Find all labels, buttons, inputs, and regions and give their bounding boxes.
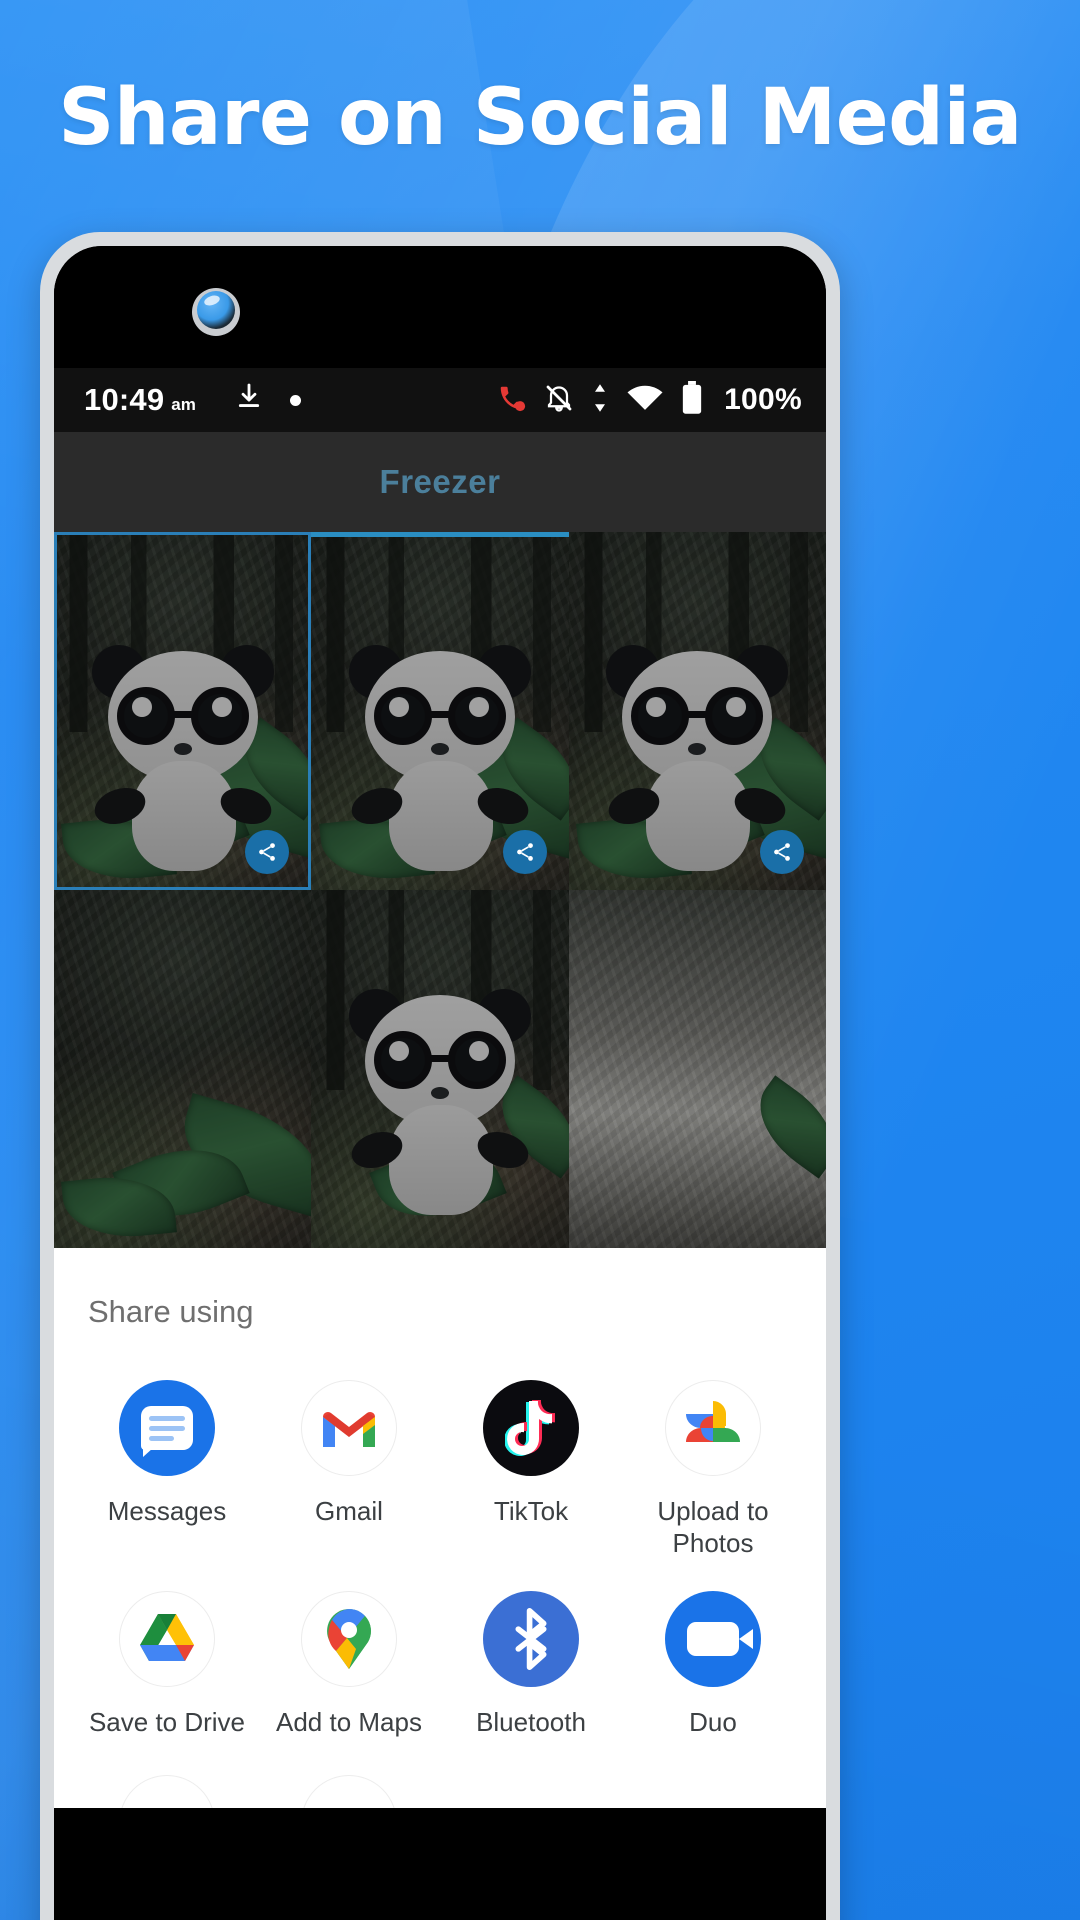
notification-dot-icon — [289, 394, 301, 406]
share-target-label: Bluetooth — [476, 1707, 586, 1738]
share-target-icon-partial[interactable] — [301, 1775, 397, 1808]
duo-icon — [665, 1591, 761, 1688]
share-target-label: Add to Maps — [276, 1707, 422, 1738]
share-icon[interactable] — [502, 830, 547, 874]
share-target-label: Save to Drive — [88, 1707, 246, 1738]
google-maps-icon — [301, 1591, 397, 1688]
photo-grid-item[interactable] — [54, 890, 312, 1248]
battery-full-icon — [681, 380, 703, 420]
photo-dim-overlay — [54, 890, 312, 1248]
status-clock-group: 10:49 am — [84, 382, 196, 418]
photo-dim-overlay — [568, 890, 826, 1248]
status-ampm: am — [171, 395, 196, 414]
share-target-label: TikTok — [493, 1496, 569, 1526]
tiktok-icon — [483, 1380, 579, 1476]
share-icon[interactable] — [245, 830, 290, 874]
missed-call-icon — [497, 383, 527, 418]
share-sheet: Share using Messages Gmail TikTok Upload… — [54, 1248, 826, 1808]
share-target-drive[interactable]: Save to Drive — [76, 1581, 258, 1753]
status-bar: 10:49 am 100% — [54, 368, 826, 432]
share-target-label: Messages — [107, 1496, 227, 1526]
gmail-icon — [301, 1380, 397, 1476]
share-app-grid: Messages Gmail TikTok Upload to Photos S… — [54, 1370, 826, 1753]
share-target-label: Upload to Photos — [657, 1496, 769, 1558]
photo-dim-overlay — [311, 890, 569, 1248]
share-target-maps[interactable]: Add to Maps — [258, 1581, 440, 1753]
share-target-label: Gmail — [315, 1496, 383, 1526]
grid-progress-bar — [311, 532, 569, 537]
phone-screen: 10:49 am 100% Freezer Share using Messag… — [54, 246, 826, 1920]
front-camera-icon — [192, 288, 240, 336]
download-icon — [236, 383, 262, 418]
battery-percent-label: 100% — [724, 383, 802, 416]
phone-mockup: 10:49 am 100% Freezer Share using Messag… — [40, 232, 840, 1920]
mobile-data-icon — [591, 383, 609, 418]
photo-grid-item[interactable] — [311, 532, 569, 890]
share-target-messages[interactable]: Messages — [76, 1370, 258, 1573]
photo-grid-item[interactable] — [568, 532, 826, 890]
share-app-grid-next-row — [54, 1775, 826, 1808]
phone-notch-area — [54, 246, 826, 368]
google-drive-icon — [119, 1591, 215, 1688]
photo-grid-item[interactable] — [54, 532, 312, 890]
wifi-icon — [626, 383, 664, 418]
status-clock: 10:49 — [84, 382, 165, 417]
share-target-photos[interactable]: Upload to Photos — [622, 1370, 804, 1573]
app-bar: Freezer — [54, 432, 826, 532]
share-target-gmail[interactable]: Gmail — [258, 1370, 440, 1573]
photo-grid-item[interactable] — [568, 890, 826, 1248]
bluetooth-icon — [483, 1591, 579, 1688]
share-target-bluetooth[interactable]: Bluetooth — [440, 1581, 622, 1753]
share-target-icon-partial[interactable] — [119, 1775, 215, 1808]
photo-grid-item[interactable] — [311, 890, 569, 1248]
status-notification-icons — [236, 383, 497, 418]
messages-icon — [119, 1380, 215, 1476]
share-icon[interactable] — [760, 830, 804, 874]
share-target-label: Duo — [689, 1707, 737, 1738]
page-title: Share on Social Media — [58, 73, 1022, 163]
share-target-duo[interactable]: Duo — [622, 1581, 804, 1753]
app-bar-title: Freezer — [379, 463, 501, 500]
share-target-tiktok[interactable]: TikTok — [440, 1370, 622, 1573]
google-photos-icon — [665, 1380, 761, 1476]
photo-grid — [54, 532, 826, 1248]
notifications-off-icon — [544, 383, 574, 418]
status-system-icons: 100% — [497, 380, 802, 420]
share-sheet-title: Share using — [88, 1294, 254, 1329]
